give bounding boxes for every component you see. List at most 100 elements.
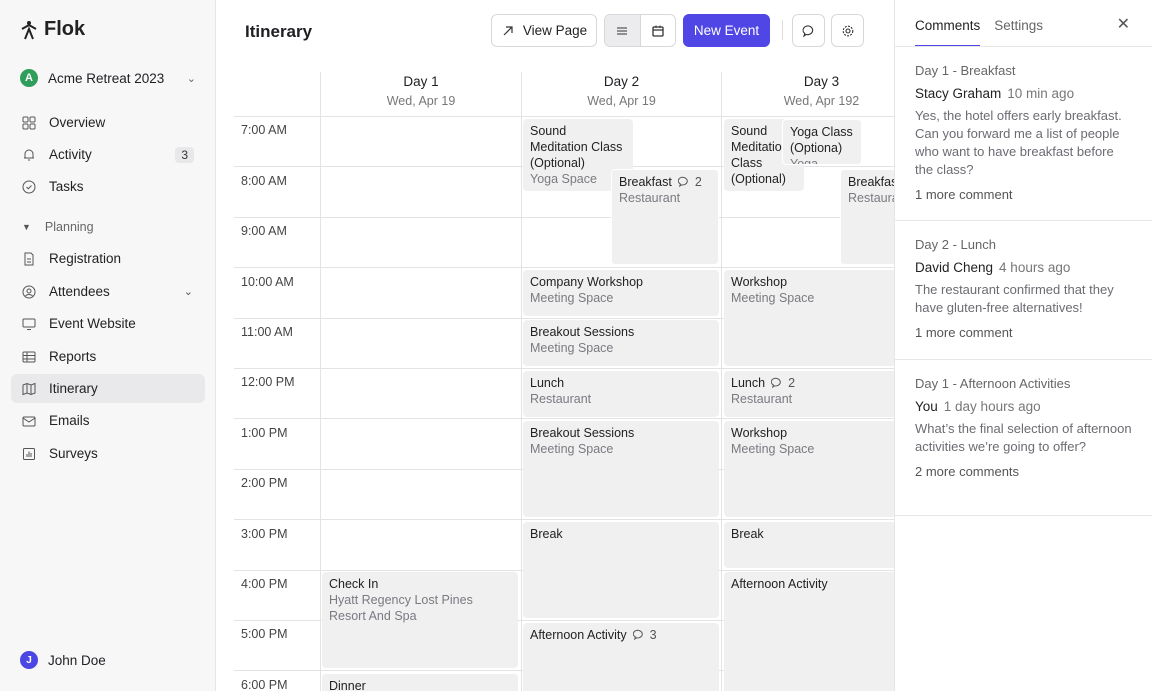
event-lunch[interactable]: Lunch Restaurant bbox=[523, 371, 719, 417]
user-name: John Doe bbox=[48, 652, 106, 668]
event-location: Hyatt Regency Lost Pines Resort And Spa bbox=[329, 593, 473, 623]
sidebar-item-itinerary[interactable]: Itinerary bbox=[11, 374, 205, 403]
sidebar-item-surveys[interactable]: Surveys bbox=[11, 439, 205, 468]
event-dinner[interactable]: Dinner bbox=[322, 674, 518, 691]
comment-message: What’s the final selection of afternoon … bbox=[915, 421, 1132, 454]
more-comments-link[interactable]: 1 more comment bbox=[915, 187, 1135, 202]
grid-line bbox=[234, 368, 894, 369]
sidebar-item-emails[interactable]: Emails bbox=[11, 406, 205, 435]
event-title: Afternoon Activity bbox=[530, 628, 627, 642]
close-icon[interactable]: ✕ bbox=[1117, 14, 1130, 34]
divider bbox=[895, 220, 1152, 221]
event-breakfast[interactable]: Breakfast 2 Restaurant bbox=[611, 169, 719, 265]
sidebar-item-label: Event Website bbox=[49, 316, 136, 331]
event-breakout-sessions[interactable]: Breakout Sessions Meeting Space bbox=[523, 421, 719, 517]
event-check-in[interactable]: Check In Hyatt Regency Lost Pines Resort… bbox=[322, 572, 518, 668]
event-break[interactable]: Break bbox=[523, 522, 719, 618]
sidebar-item-attendees[interactable]: Attendees ⌄ bbox=[11, 277, 205, 306]
sidebar-item-reports[interactable]: Reports bbox=[11, 342, 205, 371]
event-title: Breakout Sessions bbox=[530, 426, 635, 440]
event-break[interactable]: Break bbox=[724, 522, 894, 568]
brand-logo[interactable]: Flok bbox=[20, 18, 85, 41]
comments-button[interactable] bbox=[792, 14, 825, 47]
arrow-up-right-icon bbox=[503, 25, 513, 35]
comment-count[interactable]: 2 bbox=[677, 174, 702, 190]
grid-line bbox=[234, 217, 894, 218]
event-workshop[interactable]: Workshop Meeting Space bbox=[724, 421, 894, 517]
event-workshop[interactable]: Workshop Meeting Space bbox=[724, 270, 894, 366]
sidebar-item-label: Surveys bbox=[49, 446, 98, 461]
day-name: Day 1 bbox=[403, 74, 439, 89]
comment-thread[interactable]: Day 1 - Breakfast Stacy Graham 10 min ago… bbox=[915, 63, 1135, 202]
comment-author-row: You 1 day hours ago bbox=[915, 399, 1135, 414]
sidebar-item-activity[interactable]: Activity 3 bbox=[11, 140, 205, 169]
workspace-switcher[interactable]: A Acme Retreat 2023 ⌄ bbox=[20, 68, 196, 88]
comment-time: 10 min ago bbox=[1007, 86, 1075, 101]
comment-message: The restaurant confirmed that they have … bbox=[915, 282, 1114, 315]
time-label: 2:00 PM bbox=[241, 476, 288, 490]
sidebar-item-tasks[interactable]: Tasks bbox=[11, 172, 205, 201]
tab-comments[interactable]: Comments bbox=[915, 18, 981, 47]
tab-settings[interactable]: Settings bbox=[994, 18, 1043, 47]
event-location: Meeting Space bbox=[731, 442, 815, 456]
workspace-avatar: A bbox=[20, 69, 38, 87]
panel-tabs: Comments Settings bbox=[915, 0, 1043, 47]
event-title: Company Workshop bbox=[530, 275, 644, 289]
main-content: Itinerary View Page New Event Day 1 Wed,… bbox=[216, 0, 894, 691]
grid-line bbox=[234, 519, 894, 520]
event-breakout-sessions[interactable]: Breakout Sessions Meeting Space bbox=[523, 320, 719, 366]
day-name: Day 2 bbox=[603, 74, 640, 89]
comment-thread[interactable]: Day 1 - Afternoon Activities You 1 day ho… bbox=[915, 376, 1135, 479]
calendar-icon bbox=[652, 25, 664, 37]
document-icon bbox=[22, 252, 36, 266]
event-title-row: Breakfast 2 bbox=[619, 174, 711, 190]
event-location: Meeting Space bbox=[731, 291, 815, 305]
sidebar-item-registration[interactable]: Registration bbox=[11, 244, 205, 273]
bell-icon bbox=[22, 148, 36, 162]
event-afternoon-activity[interactable]: Afternoon Activity bbox=[724, 572, 894, 691]
event-lunch[interactable]: Lunch 2 Restaurant bbox=[724, 371, 894, 417]
toolbar-divider bbox=[782, 20, 783, 40]
event-title: Breakfas bbox=[848, 175, 894, 189]
event-yoga-class[interactable]: Yoga Class (Optiona) Yoga Space bbox=[782, 119, 862, 165]
time-label: 5:00 PM bbox=[241, 627, 288, 641]
comment-count[interactable]: 2 bbox=[771, 375, 795, 391]
event-location: Yoga Space bbox=[790, 157, 819, 165]
view-page-button[interactable]: View Page bbox=[491, 14, 597, 47]
list-view-button[interactable] bbox=[605, 15, 641, 46]
event-afternoon-activity[interactable]: Afternoon Activity 3 bbox=[523, 623, 719, 691]
planning-section-toggle[interactable]: ▼ Planning bbox=[22, 220, 94, 234]
time-label: 10:00 AM bbox=[241, 275, 294, 289]
event-title-row: Lunch 2 bbox=[731, 375, 893, 391]
event-location: Restaura bbox=[848, 191, 894, 205]
comment-thread[interactable]: Day 2 - Lunch David Cheng 4 hours ago The… bbox=[915, 237, 1135, 340]
chevron-down-icon: ⌄ bbox=[186, 72, 196, 85]
comment-author: You bbox=[915, 399, 938, 414]
event-title: Afternoon Activity bbox=[731, 577, 828, 591]
grid-line bbox=[320, 72, 321, 691]
grid-line bbox=[234, 267, 894, 268]
event-location: Restaurant bbox=[619, 191, 681, 205]
comment-author: Stacy Graham bbox=[915, 86, 1002, 101]
event-location: Meeting Space bbox=[530, 442, 614, 456]
section-label: Planning bbox=[44, 220, 94, 234]
more-comments-link[interactable]: 1 more comment bbox=[915, 325, 1135, 340]
time-label: 6:00 PM bbox=[241, 678, 288, 691]
day-date: Wed, Apr 192 bbox=[783, 94, 860, 108]
event-breakfast[interactable]: Breakfas Restaura bbox=[840, 169, 894, 265]
calendar-view-button[interactable] bbox=[641, 15, 676, 46]
comment-count[interactable]: 3 bbox=[632, 627, 657, 643]
gear-icon bbox=[842, 25, 853, 36]
comment-icon bbox=[677, 176, 688, 188]
comment-time: 1 day hours ago bbox=[943, 399, 1041, 414]
settings-button[interactable] bbox=[831, 14, 864, 47]
time-label: 8:00 AM bbox=[241, 174, 287, 188]
event-company-workshop[interactable]: Company Workshop Meeting Space bbox=[523, 270, 719, 316]
new-event-button[interactable]: New Event bbox=[683, 14, 770, 47]
sidebar-item-overview[interactable]: Overview bbox=[11, 108, 205, 137]
sidebar-item-event-website[interactable]: Event Website bbox=[11, 309, 205, 338]
comment-message: Yes, the hotel offers early breakfast. C… bbox=[915, 108, 1122, 177]
more-comments-link[interactable]: 2 more comments bbox=[915, 464, 1135, 479]
grid-line bbox=[521, 72, 522, 691]
current-user[interactable]: J John Doe bbox=[20, 651, 106, 669]
